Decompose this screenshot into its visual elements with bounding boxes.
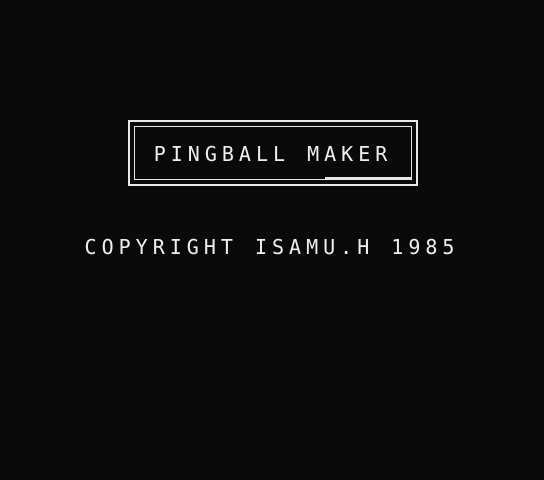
title-screen: PINGBALL MAKER COPYRIGHT ISAMU.H 1985 (0, 0, 544, 480)
title-frame-inner-border: PINGBALL MAKER (134, 126, 412, 180)
title-frame: PINGBALL MAKER (128, 120, 418, 186)
copyright-notice: COPYRIGHT ISAMU.H 1985 (84, 235, 460, 259)
game-title: PINGBALL MAKER (153, 142, 393, 166)
